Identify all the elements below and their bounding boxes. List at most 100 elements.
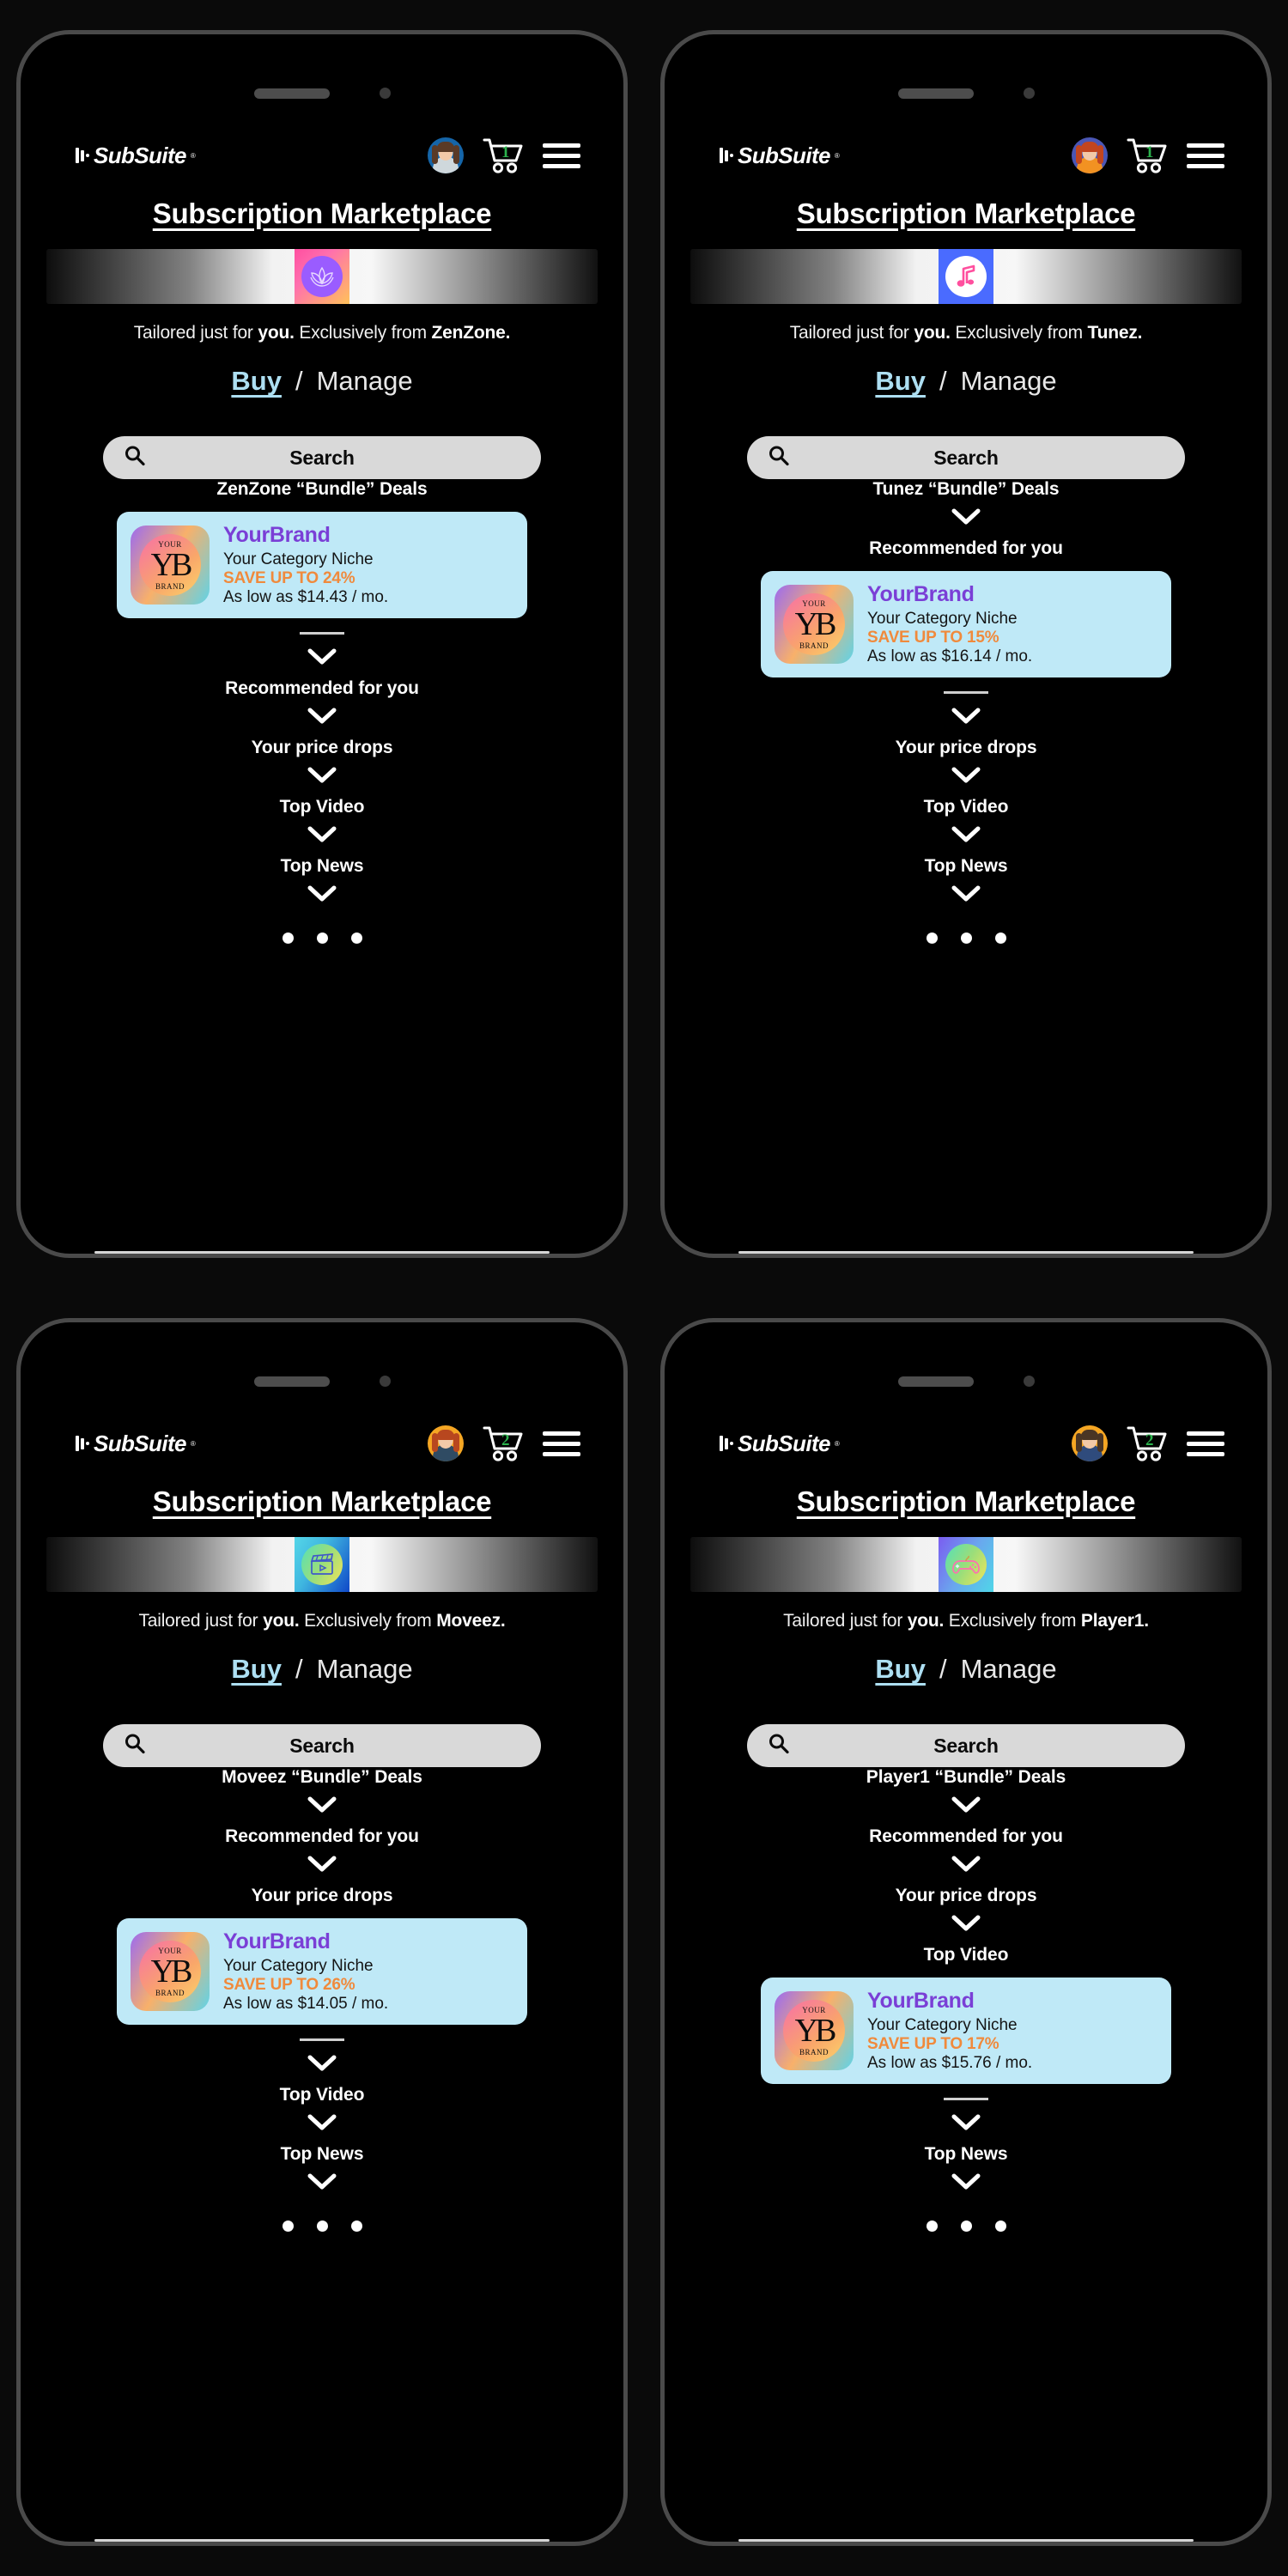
hamburger-menu-icon[interactable]: [1187, 1431, 1224, 1456]
chevron-down-icon[interactable]: [307, 648, 337, 670]
chevron-down-icon[interactable]: [951, 1915, 981, 1936]
chevron-down-icon[interactable]: [951, 2173, 981, 2195]
phone-screen-tunez: SubSuite ® 1 Subscription Marketplace Ta…: [665, 117, 1267, 1254]
search-input[interactable]: Search: [747, 1724, 1185, 1767]
pagination-dot[interactable]: [926, 2221, 938, 2232]
section-title-zenzone-bundle-deals[interactable]: ZenZone “Bundle” Deals: [216, 479, 427, 500]
manage-tab[interactable]: Manage: [961, 1654, 1057, 1685]
manage-tab[interactable]: Manage: [961, 366, 1057, 397]
pagination-dot[interactable]: [994, 2221, 1006, 2232]
app-logo[interactable]: SubSuite ®: [720, 1431, 840, 1457]
user-avatar[interactable]: [1072, 1425, 1108, 1461]
pagination-dot[interactable]: [960, 2221, 972, 2232]
chevron-down-icon[interactable]: [307, 885, 337, 907]
brand-tile-tunez[interactable]: [939, 249, 993, 304]
chevron-down-icon[interactable]: [951, 767, 981, 788]
chevron-down-icon[interactable]: [307, 2055, 337, 2076]
section-title-your-price-drops[interactable]: Your price drops: [252, 1886, 393, 1906]
product-card[interactable]: YOUR YB BRAND YourBrand Your Category Ni…: [761, 571, 1171, 677]
pagination-dot[interactable]: [926, 933, 938, 944]
user-avatar[interactable]: [1072, 137, 1108, 173]
pagination-dot[interactable]: [350, 933, 362, 944]
section-title-top-news[interactable]: Top News: [281, 856, 364, 877]
section-title-recommended-for-you[interactable]: Recommended for you: [869, 538, 1063, 559]
chevron-down-icon[interactable]: [307, 826, 337, 848]
section-title-your-price-drops[interactable]: Your price drops: [896, 738, 1037, 758]
hamburger-menu-icon[interactable]: [1187, 143, 1224, 168]
product-price: As low as $14.43 / mo.: [223, 588, 389, 606]
section-title-recommended-for-you[interactable]: Recommended for you: [225, 678, 419, 699]
section-title-tunez-bundle-deals[interactable]: Tunez “Bundle” Deals: [873, 479, 1060, 500]
section-title-top-video[interactable]: Top Video: [280, 2085, 365, 2105]
section-title-recommended-for-you[interactable]: Recommended for you: [225, 1826, 419, 1847]
pagination-dot[interactable]: [316, 933, 328, 944]
power-button[interactable]: [1267, 1614, 1272, 1735]
chevron-down-icon[interactable]: [307, 767, 337, 788]
pagination-dot[interactable]: [282, 933, 294, 944]
chevron-down-icon[interactable]: [951, 2114, 981, 2136]
section-list: ZenZone “Bundle” Deals YOUR YB BRAND You…: [46, 479, 598, 915]
chevron-down-icon[interactable]: [951, 1796, 981, 1818]
shopping-cart-icon[interactable]: 1: [1127, 137, 1168, 173]
chevron-down-icon[interactable]: [951, 1856, 981, 1877]
chevron-down-icon[interactable]: [951, 826, 981, 848]
chevron-down-icon[interactable]: [307, 1856, 337, 1877]
power-button[interactable]: [1267, 326, 1272, 447]
app-logo[interactable]: SubSuite ®: [720, 143, 840, 169]
chevron-down-icon[interactable]: [307, 708, 337, 729]
section-title-your-price-drops[interactable]: Your price drops: [252, 738, 393, 758]
product-card[interactable]: YOUR YB BRAND YourBrand Your Category Ni…: [117, 512, 527, 618]
buy-tab[interactable]: Buy: [875, 1654, 926, 1685]
pagination-dots: [926, 933, 1006, 944]
section-title-moveez-bundle-deals[interactable]: Moveez “Bundle” Deals: [222, 1767, 422, 1788]
section-title-top-news[interactable]: Top News: [281, 2144, 364, 2165]
power-button[interactable]: [623, 1614, 628, 1735]
chevron-down-icon[interactable]: [307, 1796, 337, 1818]
chevron-down-icon[interactable]: [951, 508, 981, 530]
shopping-cart-icon[interactable]: 1: [483, 137, 524, 173]
buy-tab[interactable]: Buy: [231, 366, 282, 397]
pagination-dot[interactable]: [960, 933, 972, 944]
buy-tab[interactable]: Buy: [875, 366, 926, 397]
section-title-top-video[interactable]: Top Video: [280, 797, 365, 817]
app-logo[interactable]: SubSuite ®: [76, 143, 196, 169]
brand-tile-zenzone[interactable]: [295, 249, 349, 304]
shopping-cart-icon[interactable]: 2: [483, 1425, 524, 1461]
section-title-top-news[interactable]: Top News: [925, 856, 1008, 877]
chevron-down-icon[interactable]: [307, 2114, 337, 2136]
section-title-top-news[interactable]: Top News: [925, 2144, 1008, 2165]
manage-tab[interactable]: Manage: [317, 366, 413, 397]
buy-tab[interactable]: Buy: [231, 1654, 282, 1685]
hamburger-menu-icon[interactable]: [543, 1431, 580, 1456]
section-title-top-video[interactable]: Top Video: [924, 797, 1009, 817]
lotus-icon: [301, 256, 343, 297]
power-button[interactable]: [623, 326, 628, 447]
product-logo-monogram: YB: [794, 2012, 837, 2049]
search-placeholder: Search: [289, 446, 355, 469]
shopping-cart-icon[interactable]: 2: [1127, 1425, 1168, 1461]
brand-tile-player1[interactable]: [939, 1537, 993, 1592]
section-title-your-price-drops[interactable]: Your price drops: [896, 1886, 1037, 1906]
search-input[interactable]: Search: [747, 436, 1185, 479]
user-avatar[interactable]: [428, 1425, 464, 1461]
chevron-down-icon[interactable]: [951, 708, 981, 729]
pagination-dot[interactable]: [316, 2221, 328, 2232]
search-input[interactable]: Search: [103, 436, 541, 479]
hamburger-menu-icon[interactable]: [543, 143, 580, 168]
pagination-dot[interactable]: [282, 2221, 294, 2232]
product-brand-logo: YOUR YB BRAND: [131, 526, 210, 605]
app-logo[interactable]: SubSuite ®: [76, 1431, 196, 1457]
chevron-down-icon[interactable]: [307, 2173, 337, 2195]
product-card[interactable]: YOUR YB BRAND YourBrand Your Category Ni…: [761, 1978, 1171, 2084]
chevron-down-icon[interactable]: [951, 885, 981, 907]
section-title-top-video[interactable]: Top Video: [924, 1945, 1009, 1965]
brand-tile-moveez[interactable]: [295, 1537, 349, 1592]
search-input[interactable]: Search: [103, 1724, 541, 1767]
user-avatar[interactable]: [428, 137, 464, 173]
section-title-recommended-for-you[interactable]: Recommended for you: [869, 1826, 1063, 1847]
manage-tab[interactable]: Manage: [317, 1654, 413, 1685]
pagination-dot[interactable]: [994, 933, 1006, 944]
product-card[interactable]: YOUR YB BRAND YourBrand Your Category Ni…: [117, 1918, 527, 2025]
pagination-dot[interactable]: [350, 2221, 362, 2232]
section-title-player1-bundle-deals[interactable]: Player1 “Bundle” Deals: [866, 1767, 1066, 1788]
